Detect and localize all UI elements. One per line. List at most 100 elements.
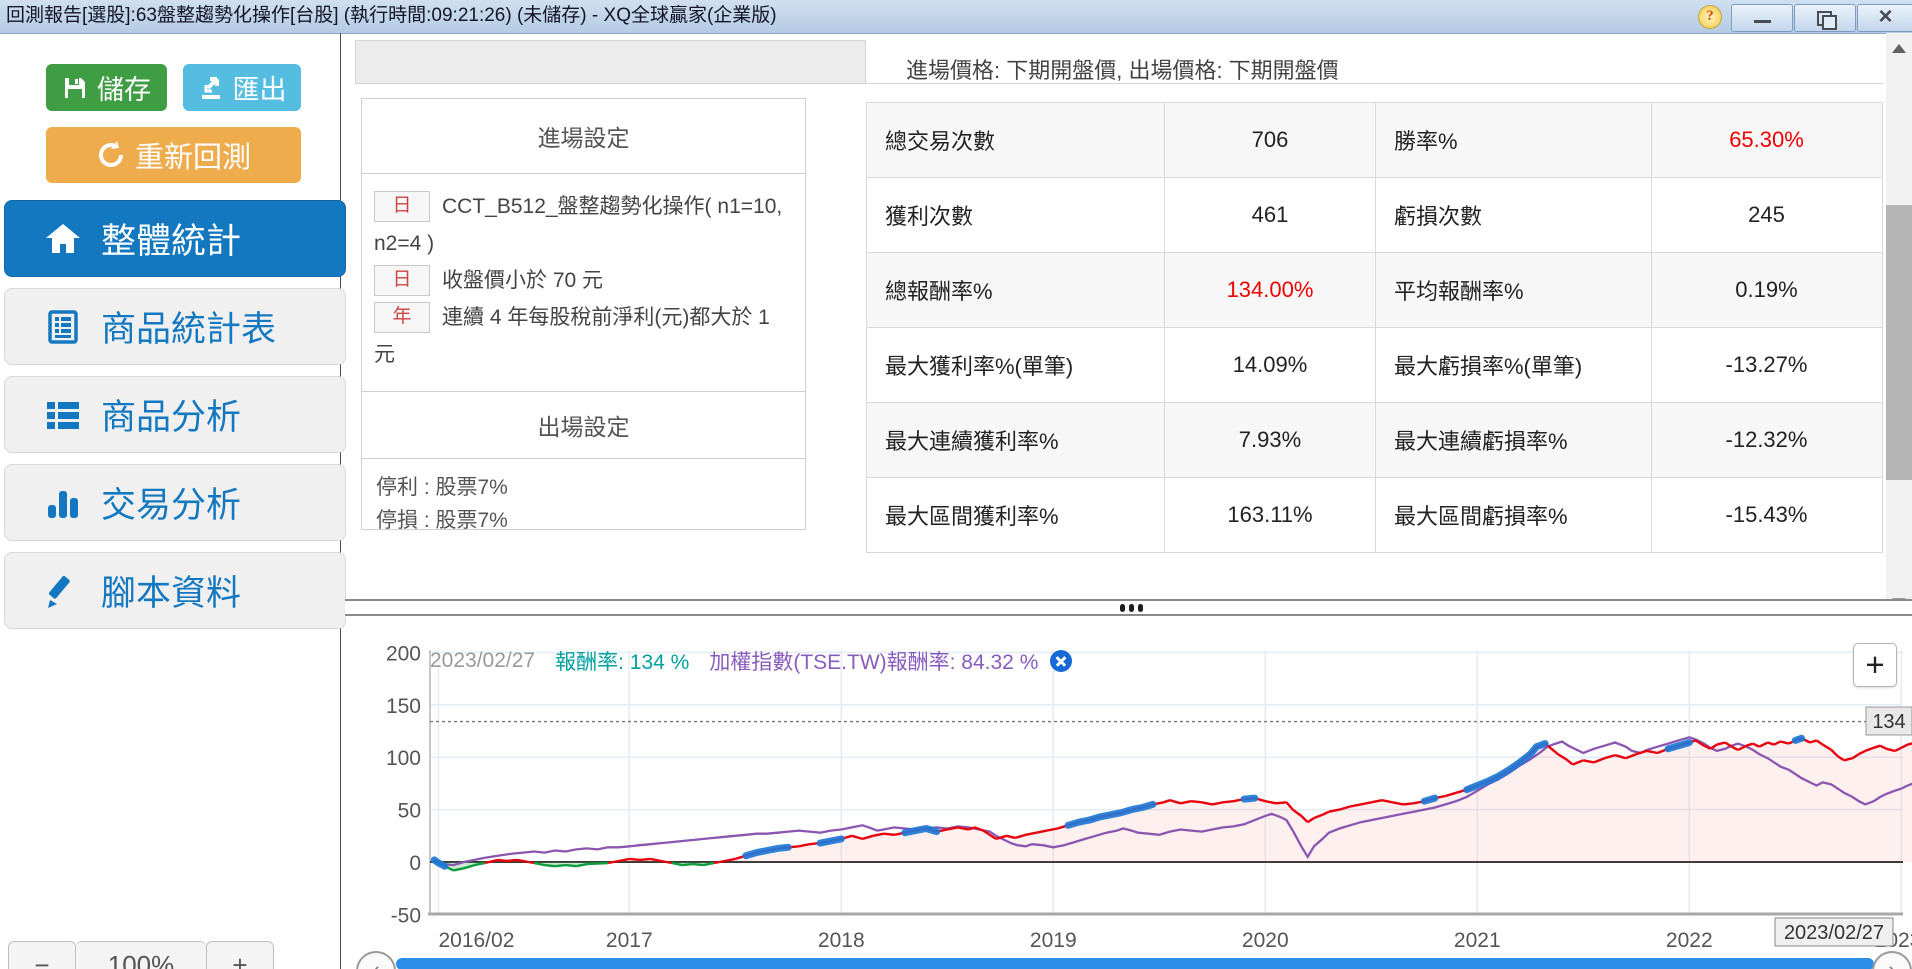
stats-value: 245 [1748, 202, 1785, 227]
restore-button[interactable] [1794, 4, 1856, 32]
stats-row: 最大連續獲利率% 7.93% 最大連續虧損率% -12.32% [867, 403, 1882, 478]
exit-settings-title: 出場設定 [362, 391, 805, 459]
chart-legend: 2023/02/27 報酬率: 134 % 加權指數(TSE.TW)報酬率: 8… [430, 646, 1073, 676]
stats-label: 平均報酬率% [1376, 253, 1652, 327]
stats-row: 最大區間獲利率% 163.11% 最大區間虧損率% -15.43% [867, 478, 1882, 552]
splitter-grip-icon[interactable] [1120, 604, 1143, 612]
stats-label: 最大區間獲利率% [867, 478, 1165, 552]
stats-label: 獲利次數 [867, 178, 1165, 252]
stats-value: 706 [1165, 103, 1376, 177]
arrow-up-icon [1892, 44, 1906, 53]
bar-chart-icon [43, 483, 83, 523]
stats-value: 14.09% [1165, 328, 1376, 402]
stats-value: -12.32% [1725, 427, 1808, 452]
close-icon: × [1878, 3, 1893, 30]
home-icon [43, 219, 83, 259]
svg-text:2022: 2022 [1666, 929, 1713, 952]
stats-row: 總報酬率% 134.00% 平均報酬率% 0.19% [867, 253, 1882, 328]
scrollbar-thumb[interactable] [1886, 205, 1912, 480]
stats-value: -13.27% [1725, 352, 1808, 377]
condition-text: 連續 4 年每股稅前淨利(元)都大於 1 元 [374, 306, 770, 366]
svg-text:2023/02/27: 2023/02/27 [1784, 922, 1884, 944]
sidebar-item-label: 商品分析 [101, 398, 242, 437]
sidebar-item-4[interactable]: 腳本資料 [4, 552, 346, 629]
zoom-control: − 100% + [8, 941, 274, 969]
close-button[interactable]: × [1857, 4, 1912, 32]
condition-text: 收盤價小於 70 元 [442, 269, 604, 292]
refresh-icon [99, 141, 123, 167]
svg-text:2016/02: 2016/02 [438, 929, 514, 952]
sidebar-item-0[interactable]: 整體統計 [4, 200, 346, 277]
sidebar-item-2[interactable]: 商品分析 [4, 376, 346, 453]
vertical-scrollbar[interactable] [1886, 33, 1912, 617]
save-label: 儲存 [97, 75, 151, 105]
minimize-button[interactable] [1731, 4, 1793, 32]
price-row-text: 進場價格: 下期開盤價, 出場價格: 下期開盤價 [866, 40, 1883, 84]
sidebar-item-label: 整體統計 [101, 222, 242, 261]
svg-text:2021: 2021 [1454, 929, 1501, 952]
stats-row: 獲利次數 461 虧損次數 245 [867, 178, 1882, 253]
stats-row: 最大獲利率%(單筆) 14.09% 最大虧損率%(單筆) -13.27% [867, 328, 1882, 403]
zoom-in-button[interactable]: + [206, 941, 274, 969]
chart-h-scrollbar[interactable] [396, 958, 1874, 969]
svg-text:50: 50 [398, 800, 421, 823]
save-icon [65, 77, 85, 98]
stats-value: 461 [1165, 178, 1376, 252]
help-icon[interactable]: ? [1698, 5, 1722, 29]
window-title: 回測報告[選股]:63盤整趨勢化操作[台股] (執行時間:09:21:26) (… [6, 5, 777, 26]
zoom-out-button[interactable]: − [8, 941, 76, 969]
stats-label: 勝率% [1376, 103, 1652, 177]
stats-label: 最大連續虧損率% [1376, 403, 1652, 477]
stats-label: 最大區間虧損率% [1376, 478, 1652, 552]
entry-condition: 日收盤價小於 70 元 [374, 262, 795, 299]
exit-condition: 停損 : 股票7% [376, 509, 508, 532]
sidebar-item-3[interactable]: 交易分析 [4, 464, 346, 541]
sidebar-item-1[interactable]: 商品統計表 [4, 288, 346, 365]
stats-value: 7.93% [1165, 403, 1376, 477]
svg-text:2017: 2017 [606, 929, 653, 952]
svg-text:200: 200 [386, 642, 421, 665]
pencil-icon [43, 571, 83, 611]
export-button[interactable]: 匯出 [183, 64, 301, 111]
stats-label: 最大虧損率%(單筆) [1376, 328, 1652, 402]
sidebar-item-label: 交易分析 [101, 486, 242, 525]
legend-close-icon[interactable] [1050, 650, 1073, 672]
sidebar-item-label: 腳本資料 [101, 574, 242, 613]
svg-text:-50: -50 [391, 904, 421, 927]
frequency-badge: 年 [374, 302, 430, 333]
rerun-backtest-button[interactable]: 重新回測 [46, 127, 301, 183]
settings-panel: 進場設定 日 CCT_B512_盤整趨勢化操作( n1=10, n2=4 ) 日收盤… [361, 98, 806, 532]
pane-splitter[interactable] [345, 599, 1912, 617]
rerun-label: 重新回測 [134, 142, 251, 174]
svg-text:100: 100 [386, 747, 421, 770]
frequency-badge: 日 [374, 265, 430, 296]
price-row-label-cell [355, 40, 866, 84]
minimize-icon [1754, 20, 1771, 23]
exit-condition: 停利 : 股票7% [376, 476, 508, 499]
stats-value: 134.00% [1165, 253, 1376, 327]
condition-text: CCT_B512_盤整趨勢化操作( n1=10, n2=4 ) [374, 195, 783, 255]
export-label: 匯出 [232, 75, 287, 105]
stats-label: 虧損次數 [1376, 178, 1652, 252]
svg-text:134: 134 [1872, 711, 1905, 733]
exit-conditions: 停利 : 股票7% 停損 : 股票7% [362, 459, 805, 537]
entry-condition: 年連續 4 年每股稅前淨利(元)都大於 1 元 [374, 299, 795, 373]
chart-cursor-date: 2023/02/27 [430, 649, 536, 672]
scroll-up-button[interactable] [1886, 33, 1912, 63]
entry-condition: 日 CCT_B512_盤整趨勢化操作( n1=10, n2=4 ) [374, 188, 795, 262]
svg-text:2019: 2019 [1030, 929, 1077, 952]
stats-table: 總交易次數 706 勝率% 65.30% 獲利次數 461 虧損次數 245 總報酬率% 134.… [866, 102, 1883, 553]
svg-text:0: 0 [409, 852, 421, 875]
chart-zoom-in-button[interactable]: + [1853, 643, 1897, 687]
entry-conditions: 日 CCT_B512_盤整趨勢化操作( n1=10, n2=4 ) 日收盤價小於 7… [362, 174, 805, 383]
stats-value: 0.19% [1735, 277, 1798, 302]
table-icon [43, 307, 83, 347]
stats-label: 總報酬率% [867, 253, 1165, 327]
legend-strategy-return: 報酬率: 134 % [555, 651, 690, 674]
legend-benchmark-return: 加權指數(TSE.TW)報酬率: 84.32 % [709, 651, 1039, 674]
svg-text:2020: 2020 [1242, 929, 1289, 952]
stats-value: -15.43% [1725, 502, 1808, 527]
save-button[interactable]: 儲存 [46, 64, 167, 111]
stats-label: 總交易次數 [867, 103, 1165, 177]
list-icon [43, 395, 83, 435]
